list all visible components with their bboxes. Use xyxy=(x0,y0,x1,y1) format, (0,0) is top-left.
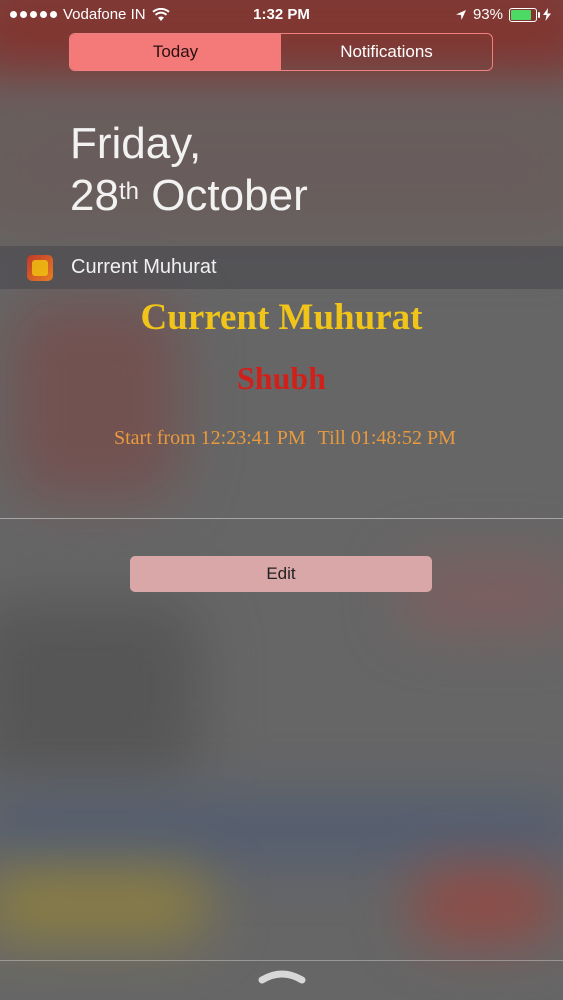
battery-icon xyxy=(509,7,540,22)
widget-title: Current Muhurat xyxy=(140,297,423,338)
till-time: Till 01:48:52 PM xyxy=(317,427,456,449)
status-bar: Vodafone IN 1:32 PM 93% xyxy=(0,0,563,30)
muhurat-times: Start from 12:23:41 PM Till 01:48:52 PM xyxy=(114,427,456,450)
date-day-month: 28th October xyxy=(70,170,308,222)
charging-icon xyxy=(543,8,551,21)
date-day: 28 xyxy=(70,171,119,220)
status-bar-right: 93% xyxy=(455,6,551,23)
location-arrow-icon xyxy=(455,9,466,20)
tab-notifications[interactable]: Notifications xyxy=(281,34,492,70)
app-icon xyxy=(27,254,53,281)
date-suffix: th xyxy=(118,178,139,205)
battery-percent: 93% xyxy=(472,6,503,23)
date-month: October xyxy=(151,171,308,220)
widget-header-title: Current Muhurat xyxy=(71,256,217,278)
pull-handle-icon[interactable] xyxy=(258,968,306,984)
battery-fill xyxy=(511,9,532,20)
segmented-control: Today Notifications xyxy=(69,33,493,71)
date-header: Friday, 28th October xyxy=(70,118,308,222)
date-weekday: Friday, xyxy=(70,119,202,168)
start-time: Start from 12:23:41 PM xyxy=(114,427,306,449)
tab-today[interactable]: Today xyxy=(70,34,281,70)
edit-button[interactable]: Edit xyxy=(130,556,432,592)
muhurat-name: Shubh xyxy=(237,360,326,396)
bottom-divider xyxy=(0,960,563,961)
widget-header[interactable]: Current Muhurat xyxy=(0,246,563,289)
divider xyxy=(0,518,563,519)
